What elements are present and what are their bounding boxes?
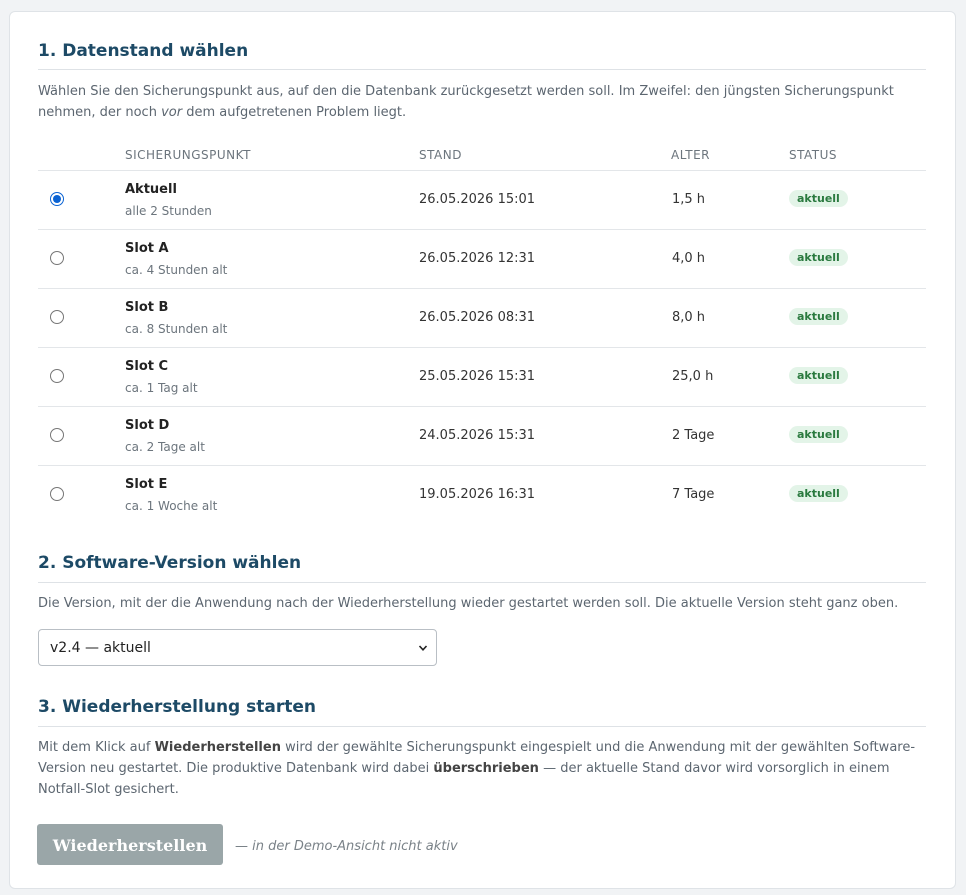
radio-slot-e[interactable] xyxy=(50,487,64,501)
slot-name: Aktuell xyxy=(125,182,177,197)
restore-button[interactable]: Wiederherstellen xyxy=(37,824,223,865)
status-badge: aktuell xyxy=(789,367,848,384)
slot-age: 1,5 h xyxy=(672,192,706,207)
intro-emphasis: vor xyxy=(161,105,183,120)
table-row[interactable]: Slot C ca. 1 Tag alt 25.05.2026 15:31 25… xyxy=(38,347,926,406)
slot-name: Slot A xyxy=(125,241,169,256)
slot-description: ca. 1 Woche alt xyxy=(125,499,218,513)
slot-age: 2 Tage xyxy=(672,428,715,443)
slot-description: ca. 4 Stunden alt xyxy=(125,263,228,277)
slot-timestamp: 24.05.2026 15:31 xyxy=(419,428,536,443)
slot-description: alle 2 Stunden xyxy=(125,204,212,218)
column-header-status: STATUS xyxy=(789,148,838,162)
slot-timestamp: 26.05.2026 15:01 xyxy=(419,192,536,207)
slot-name: Slot B xyxy=(125,300,169,315)
version-select-value: v2.4 — aktuell xyxy=(50,640,151,656)
column-header-slot: SICHERUNGSPUNKT xyxy=(125,148,251,162)
section-intro-restore: Mit dem Klick auf Wiederherstellen wird … xyxy=(38,737,926,800)
section-divider xyxy=(38,582,926,583)
radio-slot-b[interactable] xyxy=(50,310,64,324)
slot-description: ca. 8 Stunden alt xyxy=(125,322,228,336)
section-intro-version: Die Version, mit der die Anwendung nach … xyxy=(38,596,899,611)
status-badge: aktuell xyxy=(789,190,848,207)
chevron-down-icon xyxy=(418,645,428,651)
slot-timestamp: 25.05.2026 15:31 xyxy=(419,369,536,384)
radio-slot-d[interactable] xyxy=(50,428,64,442)
slot-age: 25,0 h xyxy=(672,369,714,384)
column-header-stand: STAND xyxy=(419,148,462,162)
radio-slot-a[interactable] xyxy=(50,251,64,265)
section-intro-datenstand: Wählen Sie den Sicherungspunkt aus, auf … xyxy=(38,81,926,123)
slot-age: 8,0 h xyxy=(672,310,706,325)
section-divider xyxy=(38,69,926,70)
slot-timestamp: 19.05.2026 16:31 xyxy=(419,487,536,502)
slot-description: ca. 2 Tage alt xyxy=(125,440,205,454)
radio-slot-c[interactable] xyxy=(50,369,64,383)
demo-note: — in der Demo-Ansicht nicht aktiv xyxy=(235,839,458,854)
table-row[interactable]: Slot A ca. 4 Stunden alt 26.05.2026 12:3… xyxy=(38,229,926,288)
restore-text: Mit dem Klick auf xyxy=(38,740,155,755)
restore-card: 1. Datenstand wählen Wählen Sie den Sich… xyxy=(9,11,956,889)
section-divider xyxy=(38,726,926,727)
restore-text-bold: überschrieben xyxy=(433,761,539,776)
column-header-alter: ALTER xyxy=(671,148,710,162)
slot-age: 7 Tage xyxy=(672,487,715,502)
status-badge: aktuell xyxy=(789,426,848,443)
status-badge: aktuell xyxy=(789,308,848,325)
table-row[interactable]: Aktuell alle 2 Stunden 26.05.2026 15:01 … xyxy=(38,170,926,229)
slot-name: Slot E xyxy=(125,477,168,492)
radio-slot-aktuell[interactable] xyxy=(50,192,64,206)
table-row[interactable]: Slot D ca. 2 Tage alt 24.05.2026 15:31 2… xyxy=(38,406,926,465)
restore-text-bold: Wiederherstellen xyxy=(154,740,281,755)
version-select[interactable]: v2.4 — aktuell xyxy=(38,629,437,666)
section-title-restore: 3. Wiederherstellung starten xyxy=(38,697,316,717)
slot-description: ca. 1 Tag alt xyxy=(125,381,198,395)
intro-text-end: dem aufgetretenen Problem liegt. xyxy=(182,105,407,120)
table-row[interactable]: Slot B ca. 8 Stunden alt 26.05.2026 08:3… xyxy=(38,288,926,347)
status-badge: aktuell xyxy=(789,249,848,266)
slot-name: Slot D xyxy=(125,418,170,433)
status-badge: aktuell xyxy=(789,485,848,502)
section-title-version: 2. Software-Version wählen xyxy=(38,553,302,573)
slot-timestamp: 26.05.2026 08:31 xyxy=(419,310,536,325)
section-title-datenstand: 1. Datenstand wählen xyxy=(38,41,249,61)
table-row[interactable]: Slot E ca. 1 Woche alt 19.05.2026 16:31 … xyxy=(38,465,926,524)
slot-age: 4,0 h xyxy=(672,251,706,266)
slot-timestamp: 26.05.2026 12:31 xyxy=(419,251,536,266)
slot-name: Slot C xyxy=(125,359,169,374)
